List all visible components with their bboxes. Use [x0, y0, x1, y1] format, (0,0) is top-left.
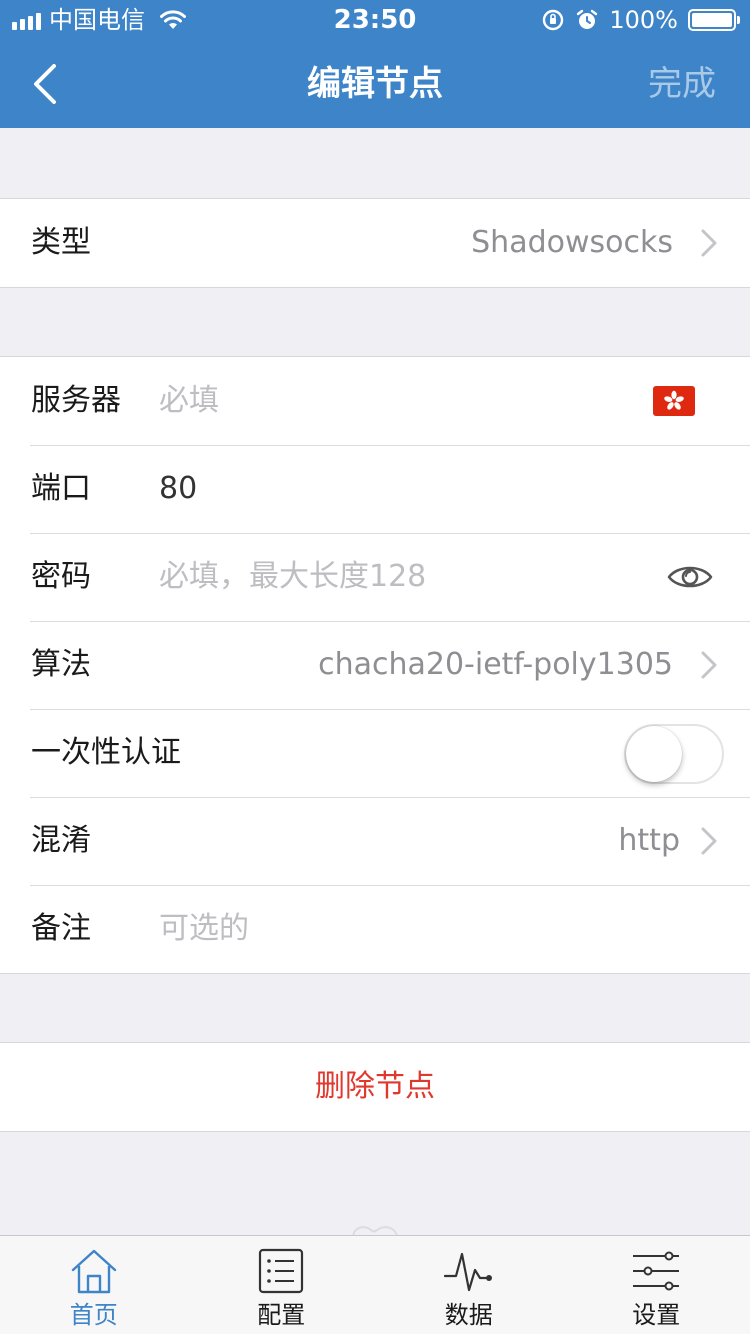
delete-node-button[interactable]: 删除节点 — [0, 1063, 750, 1111]
one-time-auth-toggle[interactable] — [624, 724, 724, 784]
note-row: 备注 可选的 — [0, 885, 750, 973]
rotation-lock-icon — [543, 9, 564, 31]
server-settings-section: 服务器 必填 端口 80 密码 必填，最大长度128 算法 chacha20-i… — [0, 356, 750, 974]
tab-home-label: 首页 — [69, 1301, 118, 1329]
server-input[interactable]: 必填 — [159, 377, 219, 425]
note-label: 备注 — [31, 911, 91, 946]
password-label: 密码 — [31, 559, 91, 594]
battery-percent: 100% — [609, 6, 678, 34]
algorithm-row[interactable]: 算法 chacha20-ietf-poly1305 — [0, 621, 750, 709]
list-icon — [259, 1248, 304, 1294]
tab-home[interactable]: 首页 — [0, 1236, 188, 1334]
tab-settings-label: 设置 — [632, 1301, 681, 1329]
eye-icon[interactable] — [666, 557, 714, 597]
pulse-icon — [443, 1252, 492, 1292]
obfs-value: http — [618, 823, 680, 858]
password-row: 密码 必填，最大长度128 — [0, 533, 750, 621]
toggle-knob — [626, 726, 682, 782]
home-icon — [71, 1249, 116, 1294]
type-label: 类型 — [31, 225, 91, 260]
status-bar: 中国电信 23:50 100% — [0, 0, 750, 40]
port-row: 端口 80 — [0, 445, 750, 533]
tab-config-label: 配置 — [257, 1301, 306, 1329]
sliders-icon — [633, 1251, 680, 1291]
status-right: 100% — [541, 6, 740, 34]
type-value: Shadowsocks — [471, 225, 673, 260]
nav-bar: 编辑节点 完成 — [0, 40, 750, 128]
obfs-row[interactable]: 混淆 http — [0, 797, 750, 885]
battery-icon — [688, 9, 740, 31]
chevron-right-icon — [701, 651, 717, 679]
chevron-right-icon — [701, 827, 717, 855]
page-title: 编辑节点 — [307, 64, 443, 104]
tab-data-label: 数据 — [444, 1301, 493, 1329]
algorithm-label: 算法 — [31, 647, 91, 682]
type-section: 类型 Shadowsocks — [0, 198, 750, 288]
one-time-auth-label: 一次性认证 — [31, 735, 181, 770]
port-label: 端口 — [31, 471, 91, 506]
server-label: 服务器 — [31, 383, 121, 418]
tab-bar: 首页 配置 数据 设置 — [0, 1235, 750, 1334]
one-time-auth-row: 一次性认证 — [0, 709, 750, 797]
hong-kong-flag-icon — [653, 386, 695, 416]
note-input[interactable]: 可选的 — [159, 905, 249, 953]
tab-settings[interactable]: 设置 — [563, 1236, 750, 1334]
delete-row[interactable]: 删除节点 — [0, 1043, 750, 1131]
tab-data[interactable]: 数据 — [375, 1236, 563, 1334]
chevron-right-icon — [701, 229, 717, 257]
password-input[interactable]: 必填，最大长度128 — [159, 553, 426, 601]
delete-section: 删除节点 — [0, 1042, 750, 1132]
server-row: 服务器 必填 — [0, 357, 750, 445]
obfs-label: 混淆 — [31, 823, 91, 858]
algorithm-value: chacha20-ietf-poly1305 — [318, 647, 673, 682]
port-input[interactable]: 80 — [159, 465, 197, 513]
type-row[interactable]: 类型 Shadowsocks — [0, 199, 750, 287]
tab-config[interactable]: 配置 — [188, 1236, 376, 1334]
bauhinia-icon — [664, 390, 684, 410]
done-button[interactable]: 完成 — [648, 60, 716, 108]
top-bar: 中国电信 23:50 100% 编辑节点 完成 — [0, 0, 750, 128]
alarm-icon — [577, 9, 598, 29]
